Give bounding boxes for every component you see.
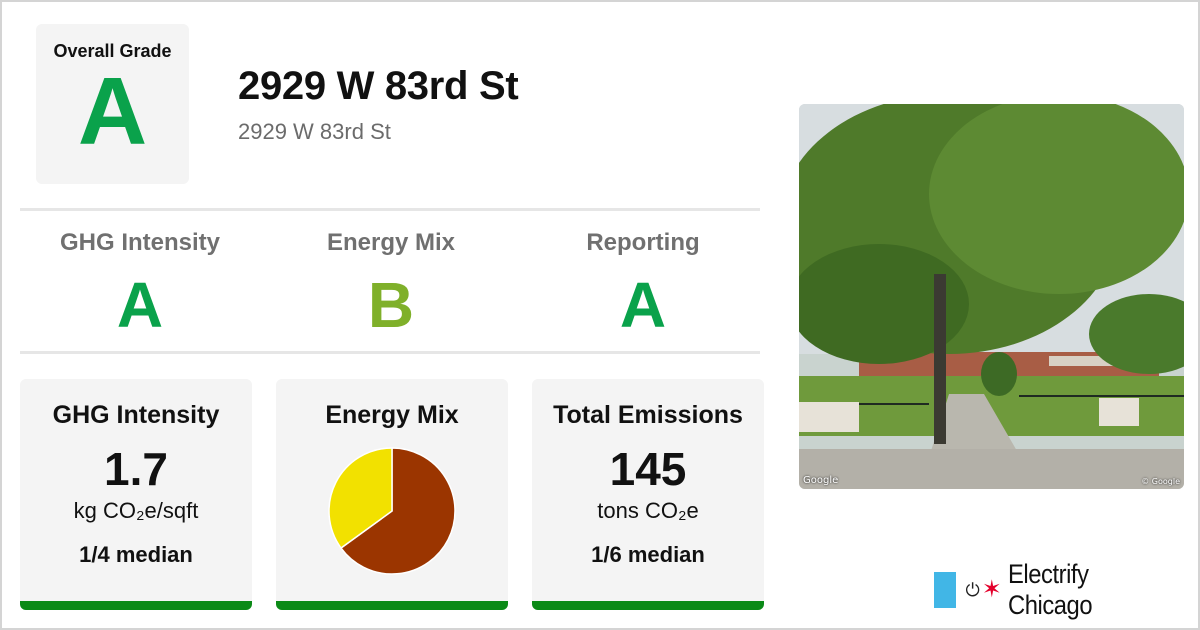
brand-name: Electrify Chicago [1007, 559, 1093, 620]
star-icon: ✶ [981, 576, 1002, 603]
ghg-intensity-title: GHG Intensity [52, 401, 220, 429]
plug-icon: ⏻ [965, 579, 980, 600]
total-emissions-title: Total Emissions [553, 401, 743, 429]
grade-bar [276, 601, 508, 610]
energy-mix-pie-chart [328, 447, 456, 575]
grade-bar [20, 601, 252, 610]
total-emissions-card: Total Emissions 145 tons CO₂e 1/6 median [532, 379, 764, 610]
total-emissions-value: 145 [609, 443, 687, 495]
brand-logo[interactable]: ⏻ ✶ Electrify Chicago [934, 559, 1198, 620]
divider [20, 351, 760, 354]
subgrade-letter: A [619, 269, 667, 341]
building-photo: Google © Google [799, 104, 1184, 489]
photo-attribution-right: © Google [1141, 477, 1180, 486]
subgrade-reporting: Reporting A [523, 216, 763, 337]
flag-stripe-icon [934, 572, 956, 608]
ghg-intensity-median: 1/4 median [79, 542, 193, 567]
total-emissions-median: 1/6 median [591, 542, 705, 567]
subgrade-label: GHG Intensity [59, 229, 221, 256]
divider [20, 208, 760, 211]
subgrade-energy-mix: Energy Mix B [271, 216, 511, 337]
subgrade-ghg-intensity: GHG Intensity A [20, 216, 260, 337]
overall-grade-letter: A [77, 58, 148, 165]
photo-attribution-left: Google [803, 475, 839, 486]
subgrade-letter: B [367, 269, 415, 341]
address-subtitle: 2929 W 83rd St [238, 119, 391, 144]
subgrades-row: GHG Intensity A Energy Mix B Reporting A [20, 216, 760, 348]
energy-mix-pie-container [327, 446, 457, 576]
energy-mix-title: Energy Mix [325, 401, 459, 429]
total-emissions-unit: tons CO₂e [597, 498, 699, 523]
subgrade-label: Energy Mix [326, 229, 456, 256]
energy-mix-card: Energy Mix [276, 379, 508, 610]
subgrade-letter: A [116, 269, 164, 341]
ghg-intensity-card: GHG Intensity 1.7 kg CO₂e/sqft 1/4 media… [20, 379, 252, 610]
street-view-image [799, 104, 1184, 489]
grade-bar [532, 601, 764, 610]
page-title: 2929 W 83rd St [238, 64, 519, 108]
ghg-intensity-unit: kg CO₂e/sqft [73, 498, 199, 523]
overall-grade-card: Overall Grade A [36, 24, 189, 184]
page: Overall Grade A 2929 W 83rd St 2929 W 83… [0, 0, 1200, 630]
ghg-intensity-value: 1.7 [104, 443, 168, 495]
subgrade-label: Reporting [586, 229, 700, 256]
